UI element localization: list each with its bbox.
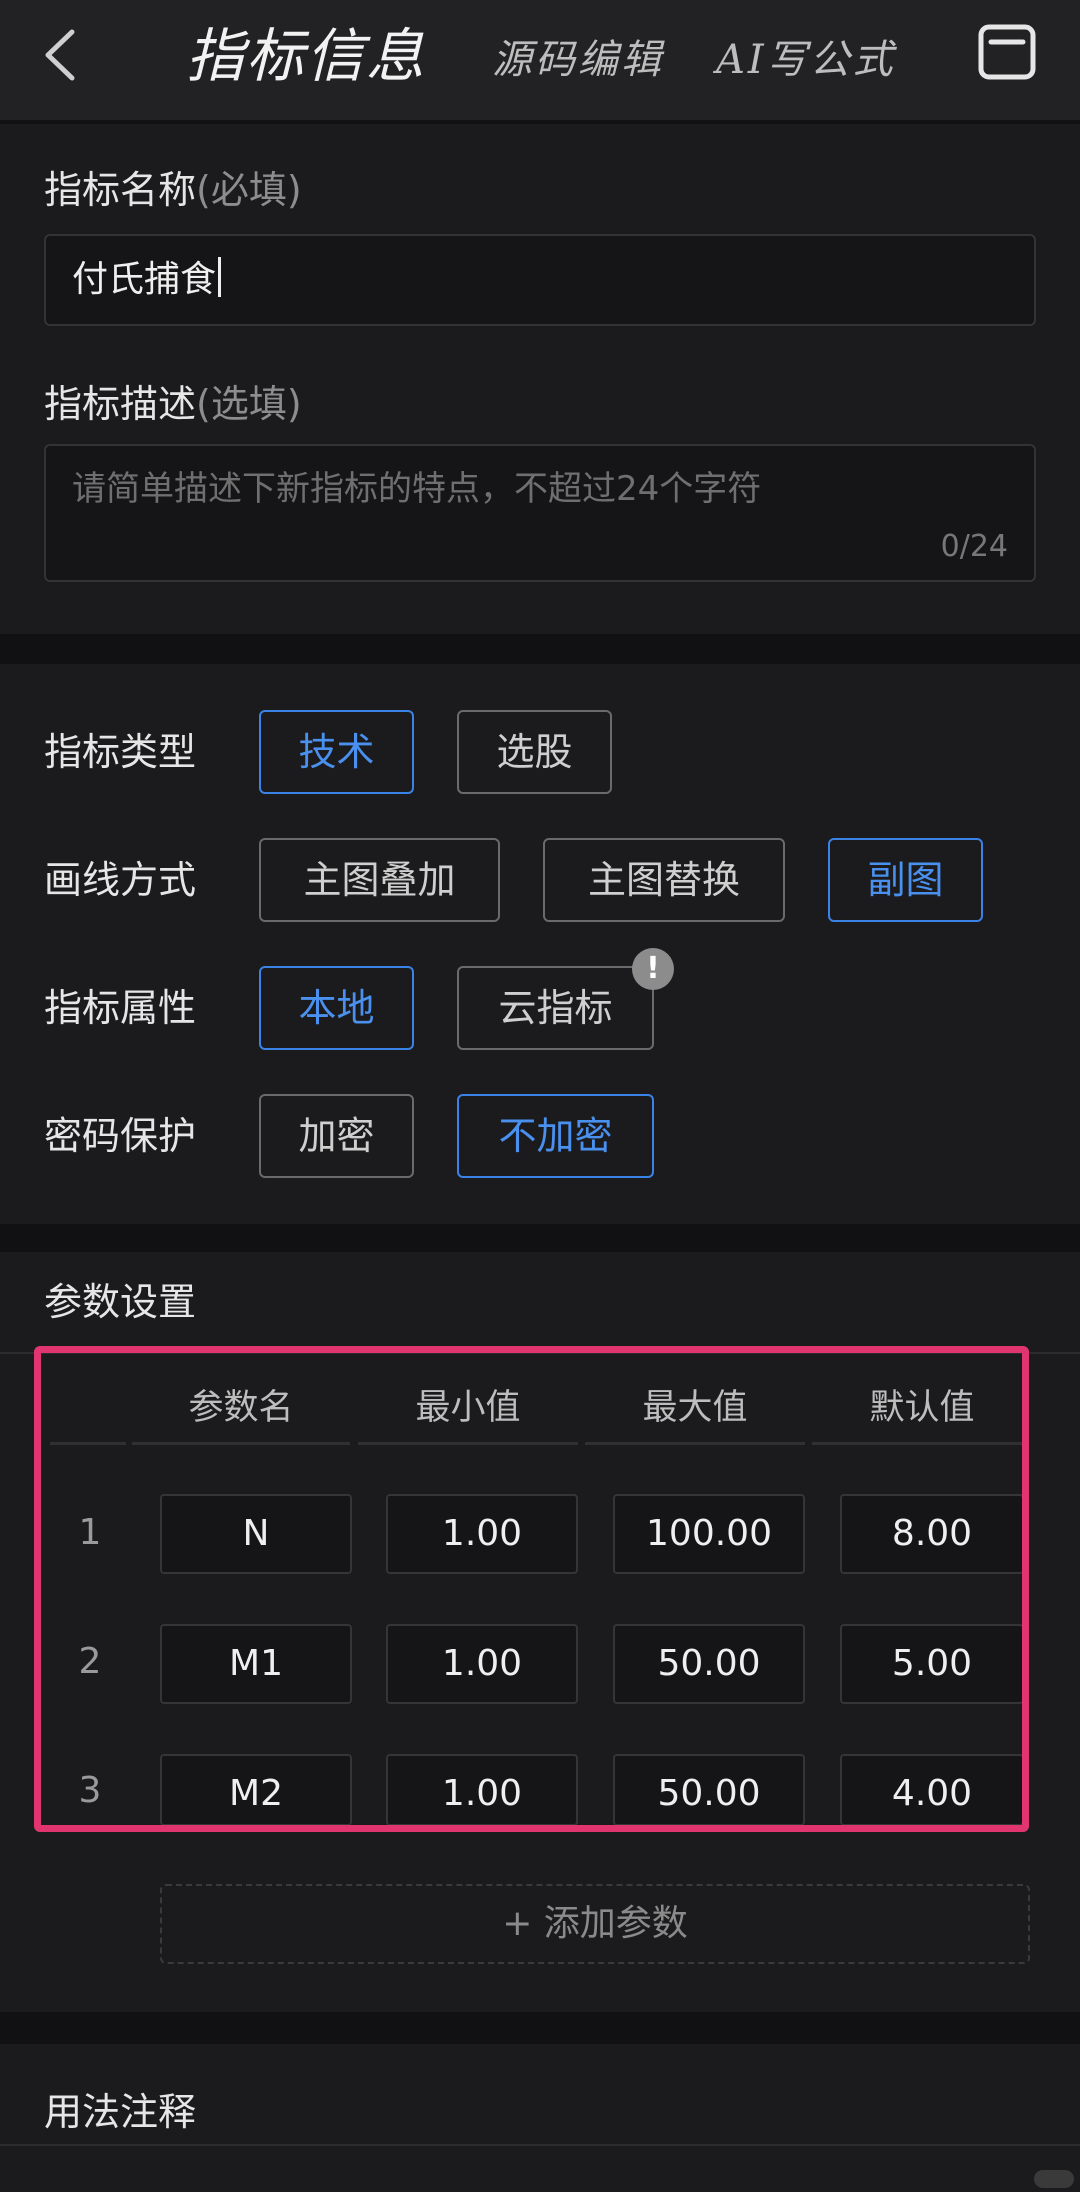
top-bar: 指标信息 源码编辑 AI写公式 [0, 0, 1080, 120]
header-underline [585, 1442, 805, 1445]
param-max-input[interactable]: 50.00 [613, 1754, 805, 1826]
param-name-input[interactable]: M1 [160, 1624, 352, 1704]
save-icon[interactable] [978, 24, 1036, 80]
attr-label: 指标属性 [44, 986, 197, 1030]
page-title: 指标信息 [186, 22, 427, 90]
char-counter: 0/24 [940, 529, 1008, 564]
pwd-no-encrypt-chip[interactable]: 不加密 [457, 1094, 654, 1178]
name-input[interactable]: 付氏捕食 [44, 234, 1036, 326]
attr-cloud-chip[interactable]: 云指标 [457, 966, 654, 1050]
params-divider [0, 1352, 1080, 1354]
pwd-encrypt-chip[interactable]: 加密 [259, 1094, 414, 1178]
back-icon[interactable] [40, 28, 80, 82]
col-param-name: 参数名 [188, 1388, 294, 1428]
draw-label: 画线方式 [44, 858, 197, 902]
header-underline [358, 1442, 578, 1445]
header-underline [132, 1442, 350, 1445]
name-required-hint: (必填) [196, 168, 302, 212]
attr-local-chip[interactable]: 本地 [259, 966, 414, 1050]
param-default-input[interactable]: 5.00 [840, 1624, 1024, 1704]
param-min-input[interactable]: 1.00 [386, 1494, 578, 1574]
desc-placeholder: 请简单描述下新指标的特点，不超过24个字符 [72, 469, 762, 509]
desc-label: 指标描述(选填) [44, 378, 302, 430]
params-title: 参数设置 [44, 1280, 197, 1324]
name-label-text: 指标名称 [44, 168, 197, 212]
add-param-button[interactable]: + 添加参数 [160, 1884, 1030, 1964]
param-min-input[interactable]: 1.00 [386, 1624, 578, 1704]
param-min-input[interactable]: 1.00 [386, 1754, 578, 1826]
usage-section: 用法注释 [0, 2044, 1080, 2192]
param-name-input[interactable]: M2 [160, 1754, 352, 1826]
draw-main-overlay-chip[interactable]: 主图叠加 [259, 838, 500, 922]
param-max-input[interactable]: 50.00 [613, 1624, 805, 1704]
draw-sub-chart-chip[interactable]: 副图 [828, 838, 983, 922]
watermark [1034, 2170, 1074, 2188]
text-caret [218, 257, 222, 297]
row-number: 2 [78, 1641, 102, 1682]
type-technical-chip[interactable]: 技术 [259, 710, 414, 794]
pwd-label: 密码保护 [44, 1114, 197, 1158]
col-default: 默认值 [869, 1388, 975, 1428]
desc-label-text: 指标描述 [44, 382, 197, 426]
name-label: 指标名称(必填) [44, 164, 302, 216]
name-value: 付氏捕食 [72, 259, 217, 300]
param-default-input[interactable]: 8.00 [840, 1494, 1024, 1574]
info-badge-icon[interactable]: ! [632, 948, 674, 990]
basic-info-section: 指标名称(必填) 付氏捕食 指标描述(选填) 请简单描述下新指标的特点，不超过2… [0, 124, 1080, 634]
usage-divider [0, 2144, 1080, 2146]
type-label: 指标类型 [44, 730, 197, 774]
col-min: 最小值 [415, 1388, 521, 1428]
usage-title: 用法注释 [44, 2090, 197, 2134]
type-stock-picking-chip[interactable]: 选股 [457, 710, 612, 794]
desc-optional-hint: (选填) [196, 382, 302, 426]
row-number: 3 [78, 1770, 102, 1811]
row-number: 1 [78, 1512, 102, 1553]
param-default-input[interactable]: 4.00 [840, 1754, 1024, 1826]
header-underline [812, 1442, 1024, 1445]
options-section: 指标类型 技术 选股 画线方式 主图叠加 主图替换 副图 指标属性 本地 云指标… [0, 664, 1080, 1224]
param-name-input[interactable]: N [160, 1494, 352, 1574]
desc-textarea[interactable]: 请简单描述下新指标的特点，不超过24个字符 0/24 [44, 444, 1036, 582]
param-max-input[interactable]: 100.00 [613, 1494, 805, 1574]
tab-source-edit[interactable]: 源码编辑 [492, 28, 664, 92]
col-max: 最大值 [642, 1388, 748, 1428]
tab-ai-formula[interactable]: AI写公式 [716, 28, 896, 92]
header-underline [50, 1442, 126, 1445]
draw-main-replace-chip[interactable]: 主图替换 [543, 838, 785, 922]
